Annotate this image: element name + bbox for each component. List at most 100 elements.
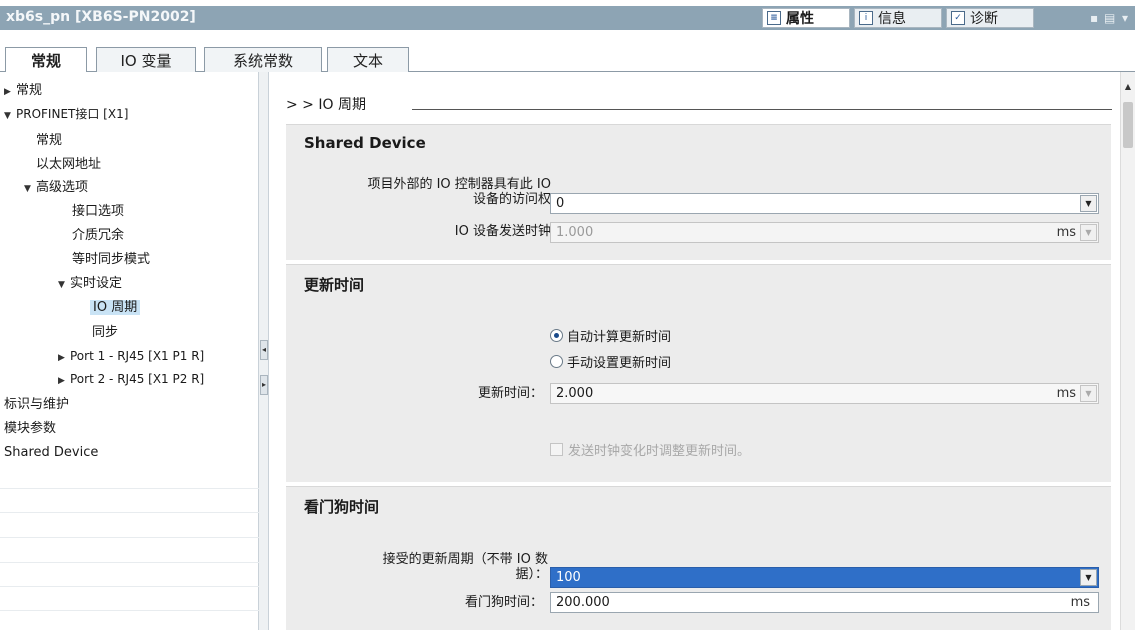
nav-item-label: IO 周期 bbox=[90, 300, 141, 315]
nav-divider bbox=[0, 610, 259, 611]
float-window-icon[interactable]: ▪ bbox=[1090, 11, 1098, 25]
tab-diagnostics[interactable]: ✓ 诊断 bbox=[946, 8, 1034, 28]
tab-info[interactable]: i 信息 bbox=[854, 8, 942, 28]
nav-item-label: 模块参数 bbox=[4, 421, 57, 436]
nav-item-label: 常规 bbox=[16, 83, 43, 98]
tab-general[interactable]: 常规 bbox=[5, 47, 87, 73]
menu-chevron-down-icon[interactable]: ▾ bbox=[1122, 11, 1128, 25]
panel-splitter[interactable]: ◂ ▸ bbox=[259, 72, 269, 630]
nav-item-label: Shared Device bbox=[4, 445, 99, 460]
nav-divider bbox=[0, 512, 259, 513]
section-shared-device: Shared Device 项目外部的 IO 控制器具有此 IO 设备的访问权 … bbox=[286, 124, 1111, 260]
nav-divider bbox=[0, 537, 259, 538]
accepted-cycles-value: 100 bbox=[556, 570, 581, 585]
tab-io-tags-label: IO 变量 bbox=[120, 51, 172, 70]
tab-general-label: 常规 bbox=[30, 52, 61, 70]
access-select[interactable]: 0 ▼ bbox=[550, 193, 1099, 214]
radio-manual-label: 手动设置更新时间 bbox=[567, 356, 672, 371]
update-time-unit: ms bbox=[1056, 386, 1076, 401]
scrollbar-thumb[interactable] bbox=[1123, 102, 1133, 148]
nav-divider bbox=[0, 488, 259, 489]
expand-right-icon[interactable]: ▸ bbox=[260, 375, 268, 395]
radio-auto-label: 自动计算更新时间 bbox=[567, 330, 672, 345]
send-clock-unit: ms bbox=[1056, 225, 1076, 240]
tab-properties-label: 属性 bbox=[786, 11, 814, 27]
nav-item-label: 高级选项 bbox=[36, 180, 89, 195]
section-title: 看门狗时间 bbox=[304, 498, 380, 516]
tab-system-constants[interactable]: 系统常数 bbox=[204, 47, 322, 72]
section-update-time: 更新时间 自动计算更新时间 手动设置更新时间 更新时间： 2.000 ms ▼ … bbox=[286, 264, 1111, 482]
watchdog-time-unit: ms bbox=[1070, 595, 1090, 610]
collapse-left-icon[interactable]: ◂ bbox=[260, 340, 268, 360]
checkbox-icon bbox=[550, 443, 563, 456]
update-time-select[interactable]: 2.000 ms ▼ bbox=[550, 383, 1099, 404]
nav-item-port-2[interactable]: ▶ Port 2 - RJ45 [X1 P2 R] bbox=[58, 369, 204, 390]
nav-item-synchronization[interactable]: 同步 bbox=[92, 322, 118, 343]
nav-item-advanced-options[interactable]: ▼ 高级选项 bbox=[24, 177, 88, 198]
adapt-update-time-checkbox: 发送时钟变化时调整更新时间。 bbox=[550, 440, 750, 459]
nav-item-label: 等时同步模式 bbox=[72, 252, 151, 267]
tab-io-tags[interactable]: IO 变量 bbox=[96, 47, 196, 72]
expand-arrow-icon[interactable]: ▶ bbox=[58, 348, 70, 369]
vertical-scrollbar[interactable]: ▲ bbox=[1120, 72, 1135, 630]
nav-item-media-redundancy[interactable]: 介质冗余 bbox=[72, 225, 124, 246]
minimize-icon[interactable]: ▤ bbox=[1104, 11, 1115, 25]
nav-item-port-1[interactable]: ▶ Port 1 - RJ45 [X1 P1 R] bbox=[58, 346, 204, 367]
accepted-cycles-select[interactable]: 100 ▼ bbox=[550, 567, 1099, 588]
sub-tab-bar: 常规 IO 变量 系统常数 文本 bbox=[0, 30, 1135, 73]
nav-item-isochronous-mode[interactable]: 等时同步模式 bbox=[72, 249, 150, 270]
radio-manual-update-time[interactable]: 手动设置更新时间 bbox=[550, 352, 671, 371]
nav-item-identification-maintenance[interactable]: 标识与维护 bbox=[4, 394, 69, 415]
info-icon: i bbox=[859, 11, 873, 25]
section-title: 更新时间 bbox=[304, 276, 365, 294]
tab-properties[interactable]: ≡ 属性 bbox=[762, 8, 850, 28]
inspector-title-bar: xb6s_pn [XB6S-PN2002] ≡ 属性 i 信息 ✓ 诊断 ▪ ▤… bbox=[0, 6, 1135, 30]
nav-item-label: 标识与维护 bbox=[4, 397, 70, 412]
adapt-update-time-label: 发送时钟变化时调整更新时间。 bbox=[568, 444, 751, 459]
tab-system-constants-label: 系统常数 bbox=[232, 51, 293, 70]
nav-item-interface-general[interactable]: 常规 bbox=[36, 130, 62, 151]
radio-selected-icon[interactable] bbox=[550, 329, 563, 342]
nav-item-realtime-settings[interactable]: ▼ 实时设定 bbox=[58, 273, 122, 294]
collapse-arrow-icon[interactable]: ▼ bbox=[58, 275, 70, 296]
send-clock-select: 1.000 ms ▼ bbox=[550, 222, 1099, 243]
radio-unselected-icon[interactable] bbox=[550, 355, 563, 368]
navigation-tree: ▶ 常规 ▼ PROFINET接口 [X1] 常规 以太网地址 ▼ 高级选项 接口选项… bbox=[0, 72, 259, 630]
expand-arrow-icon[interactable]: ▶ bbox=[4, 82, 16, 103]
nav-item-label: Port 2 - RJ45 [X1 P2 R] bbox=[70, 372, 205, 386]
tab-diagnostics-label: 诊断 bbox=[970, 11, 998, 27]
nav-item-interface-options[interactable]: 接口选项 bbox=[72, 201, 124, 222]
watchdog-time-value: 200.000 bbox=[556, 595, 610, 610]
breadcrumb-divider bbox=[412, 109, 1112, 110]
nav-item-general[interactable]: ▶ 常规 bbox=[4, 80, 42, 101]
section-title: Shared Device bbox=[304, 134, 426, 152]
collapse-arrow-icon[interactable]: ▼ bbox=[4, 106, 16, 127]
accepted-cycles-label-line1: 接受的更新周期（不带 IO 数 bbox=[382, 552, 548, 567]
nav-item-shared-device[interactable]: Shared Device bbox=[4, 442, 98, 463]
nav-item-io-cycle[interactable]: IO 周期 bbox=[90, 297, 141, 318]
nav-item-profinet-interface[interactable]: ▼ PROFINET接口 [X1] bbox=[4, 104, 128, 125]
collapse-arrow-icon[interactable]: ▼ bbox=[24, 179, 36, 200]
nav-item-label: 以太网地址 bbox=[36, 157, 102, 172]
update-time-label: 更新时间： bbox=[477, 386, 543, 401]
nav-divider bbox=[0, 586, 259, 587]
expand-arrow-icon[interactable]: ▶ bbox=[58, 371, 70, 392]
send-clock-label: IO 设备发送时钟 bbox=[454, 224, 551, 239]
tab-texts[interactable]: 文本 bbox=[327, 47, 409, 72]
nav-divider bbox=[0, 562, 259, 563]
dropdown-arrow-icon[interactable]: ▼ bbox=[1080, 569, 1097, 586]
nav-item-module-parameters[interactable]: 模块参数 bbox=[4, 418, 56, 439]
dropdown-arrow-icon[interactable]: ▼ bbox=[1080, 385, 1097, 402]
nav-item-label: PROFINET接口 [X1] bbox=[16, 107, 129, 121]
nav-item-ethernet-addresses[interactable]: 以太网地址 bbox=[36, 154, 101, 175]
nav-item-label: 介质冗余 bbox=[72, 228, 125, 243]
dropdown-arrow-icon: ▼ bbox=[1080, 224, 1097, 241]
accepted-cycles-label-line2: 据）： bbox=[515, 567, 548, 582]
nav-item-label: 常规 bbox=[36, 133, 63, 148]
dropdown-arrow-icon[interactable]: ▼ bbox=[1080, 195, 1097, 212]
tab-info-label: 信息 bbox=[878, 11, 906, 27]
window-title: xb6s_pn [XB6S-PN2002] bbox=[6, 9, 196, 25]
scroll-up-icon[interactable]: ▲ bbox=[1122, 82, 1134, 96]
nav-item-label: 接口选项 bbox=[72, 204, 125, 219]
radio-auto-update-time[interactable]: 自动计算更新时间 bbox=[550, 326, 671, 345]
